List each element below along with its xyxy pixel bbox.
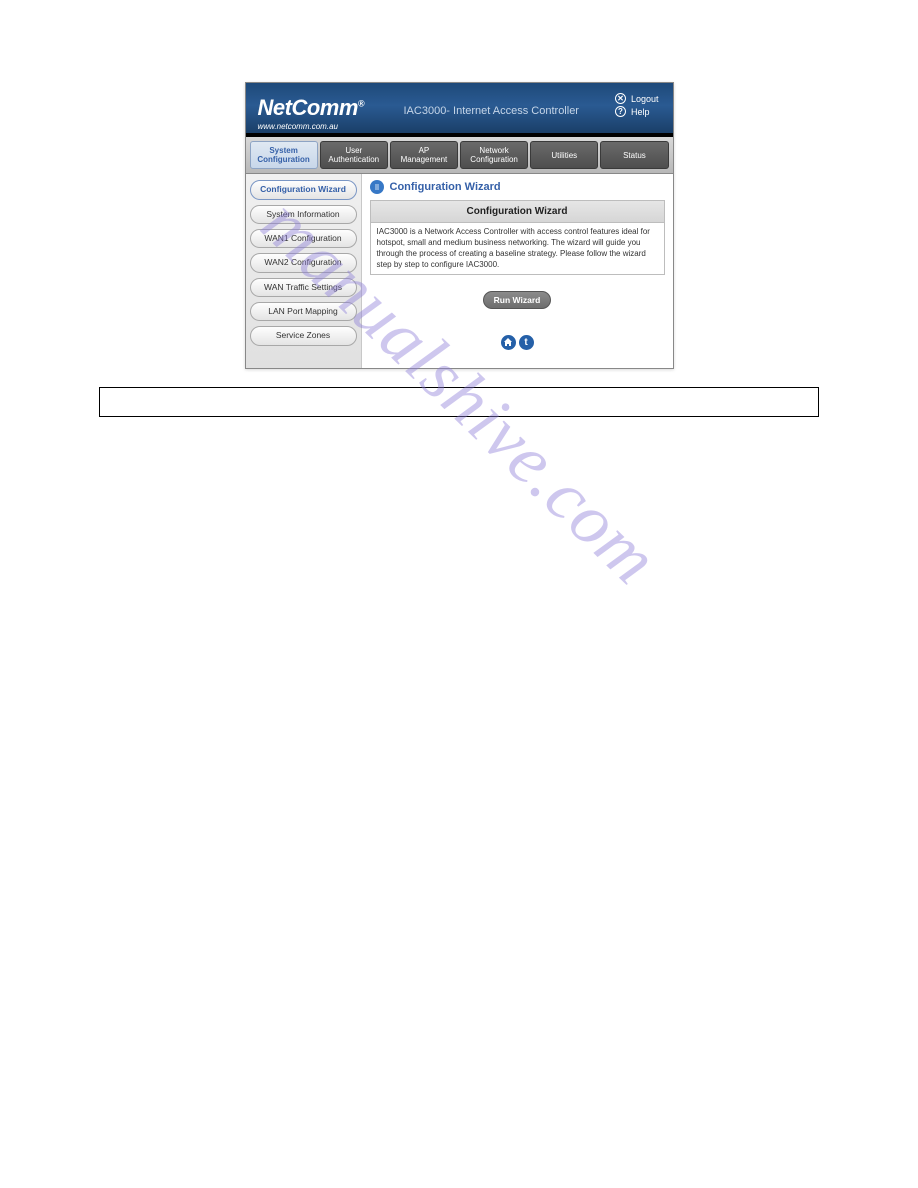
sidebar-wan-traffic-settings[interactable]: WAN Traffic Settings xyxy=(250,278,357,297)
content-header: Configuration Wizard xyxy=(370,180,665,194)
nav-user-authentication[interactable]: User Authentication xyxy=(320,141,388,169)
help-link[interactable]: ? Help xyxy=(615,106,659,117)
sidebar-service-zones[interactable]: Service Zones xyxy=(250,326,357,345)
router-admin-screenshot: NetComm® IAC3000- Internet Access Contro… xyxy=(245,82,674,369)
caption-box xyxy=(99,387,819,417)
nav-system-configuration[interactable]: System Configuration xyxy=(250,141,318,169)
brand-url: www.netcomm.com.au xyxy=(258,122,338,131)
nav-utilities[interactable]: Utilities xyxy=(530,141,598,169)
sidebar-wan1-configuration[interactable]: WAN1 Configuration xyxy=(250,229,357,248)
header-bar: NetComm® IAC3000- Internet Access Contro… xyxy=(246,83,673,133)
sidebar-configuration-wizard[interactable]: Configuration Wizard xyxy=(250,180,357,199)
header-links: ✕ Logout ? Help xyxy=(615,93,659,117)
sidebar-system-information[interactable]: System Information xyxy=(250,205,357,224)
panel-description: IAC3000 is a Network Access Controller w… xyxy=(371,223,664,273)
page-title: Configuration Wizard xyxy=(390,181,501,193)
home-icon[interactable] xyxy=(501,335,516,350)
product-name: IAC3000- Internet Access Controller xyxy=(404,105,579,117)
help-label: Help xyxy=(631,107,650,117)
logout-label: Logout xyxy=(631,94,659,104)
wizard-panel: Configuration Wizard IAC3000 is a Networ… xyxy=(370,200,665,274)
sidebar-lan-port-mapping[interactable]: LAN Port Mapping xyxy=(250,302,357,321)
main-nav: System Configuration User Authentication… xyxy=(246,137,673,174)
question-icon: ? xyxy=(615,106,626,117)
body-row: Configuration Wizard System Information … xyxy=(246,174,673,367)
nav-status[interactable]: Status xyxy=(600,141,668,169)
logout-link[interactable]: ✕ Logout xyxy=(615,93,659,104)
wizard-icon xyxy=(370,180,384,194)
bottom-icons: t xyxy=(370,335,665,350)
content-area: Configuration Wizard Configuration Wizar… xyxy=(362,174,673,367)
sidebar: Configuration Wizard System Information … xyxy=(246,174,362,367)
panel-title: Configuration Wizard xyxy=(371,201,664,223)
close-icon: ✕ xyxy=(615,93,626,104)
sidebar-wan2-configuration[interactable]: WAN2 Configuration xyxy=(250,253,357,272)
nav-network-configuration[interactable]: Network Configuration xyxy=(460,141,528,169)
top-icon[interactable]: t xyxy=(519,335,534,350)
run-wizard-button[interactable]: Run Wizard xyxy=(483,291,551,309)
nav-ap-management[interactable]: AP Management xyxy=(390,141,458,169)
brand-logo: NetComm® xyxy=(258,95,365,121)
